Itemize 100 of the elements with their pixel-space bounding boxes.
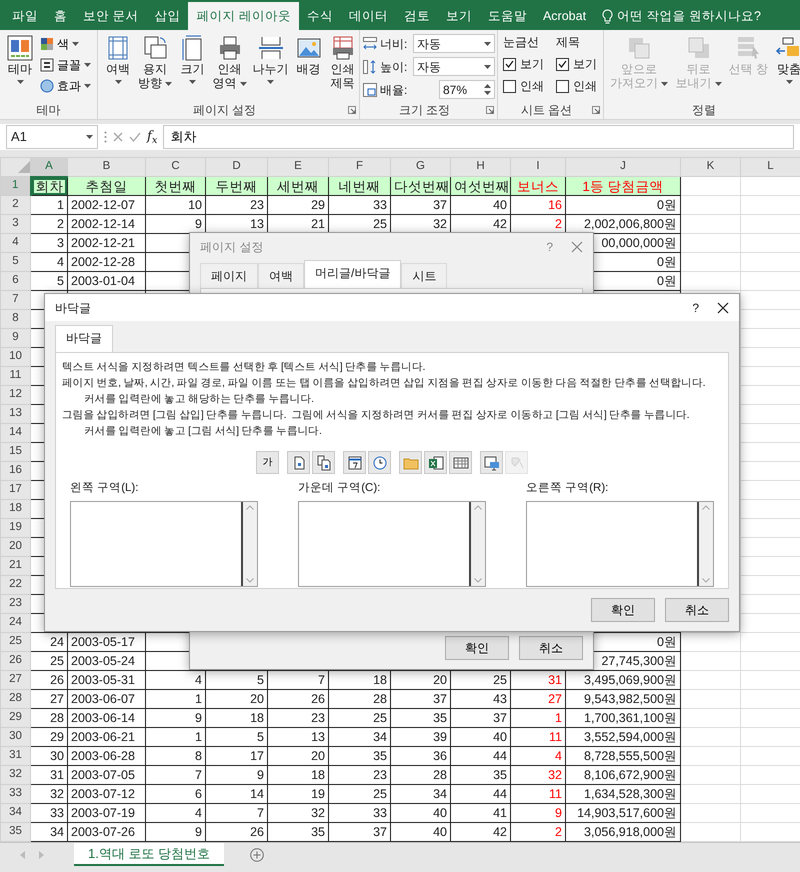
row-header[interactable]: 5	[0, 252, 30, 272]
dialog-tab[interactable]: 머리글/바닥글	[304, 260, 402, 288]
dialog-tab[interactable]: 바닥글	[55, 325, 113, 352]
ribbon-tab[interactable]: 수식	[298, 2, 341, 30]
row-header[interactable]: 33	[0, 784, 30, 804]
checkbox[interactable]	[503, 58, 516, 70]
checkbox[interactable]	[556, 58, 569, 70]
ribbon-button[interactable]: 인쇄 제목	[326, 33, 360, 92]
row-header[interactable]: 35	[0, 822, 30, 842]
column-header[interactable]: K	[680, 158, 740, 176]
row-header[interactable]: 15	[0, 442, 30, 462]
ribbon-tab[interactable]: 삽입	[146, 2, 188, 30]
search-prompt[interactable]: 어떤 작업을 원하시나요?	[617, 6, 761, 26]
row-header[interactable]: 27	[0, 670, 30, 690]
scrollbar[interactable]	[469, 502, 485, 586]
scrollbar[interactable]	[241, 502, 257, 586]
row-header[interactable]: 17	[0, 480, 30, 500]
row-header[interactable]: 19	[0, 518, 30, 538]
checkbox[interactable]	[503, 80, 516, 92]
ribbon-button[interactable]: 맞춤	[772, 33, 800, 86]
row-header[interactable]: 13	[0, 404, 30, 424]
ribbon-tab[interactable]: 파일	[4, 2, 46, 30]
toolbar-button[interactable]: 가	[256, 451, 279, 474]
column-header[interactable]: H	[450, 158, 510, 176]
dialog-tab[interactable]: 여백	[258, 263, 304, 288]
row-header[interactable]: 34	[0, 804, 30, 822]
row-header[interactable]: 32	[0, 766, 30, 784]
checkbox-label[interactable]: 보기	[520, 55, 544, 73]
ribbon-tab[interactable]: 데이터	[340, 2, 396, 30]
spin-field[interactable]: 87%	[439, 80, 495, 99]
row-header[interactable]: 10	[0, 348, 30, 366]
ribbon-tab[interactable]: 보기	[438, 2, 480, 30]
ribbon-tab[interactable]: 검토	[396, 2, 438, 30]
toolbar-button[interactable]	[424, 451, 447, 474]
row-header[interactable]: 6	[0, 272, 30, 290]
checkbox-label[interactable]: 인쇄	[520, 77, 544, 95]
row-header[interactable]: 22	[0, 576, 30, 594]
scrollbar[interactable]	[697, 502, 713, 586]
dialog-tab[interactable]: 페이지	[200, 263, 258, 288]
row-header[interactable]: 9	[0, 328, 30, 348]
row-header[interactable]: 12	[0, 386, 30, 404]
ribbon-button[interactable]: 여백	[101, 33, 135, 86]
toolbar-button[interactable]	[312, 451, 335, 474]
row-header[interactable]: 23	[0, 594, 30, 614]
column-header[interactable]: A	[30, 158, 68, 176]
dialog-tab[interactable]: 시트	[401, 263, 448, 288]
dialog-button[interactable]: 취소	[665, 598, 729, 622]
toolbar-button[interactable]	[449, 451, 472, 474]
checkbox-label[interactable]: 인쇄	[573, 77, 597, 95]
row-header[interactable]: 4	[0, 234, 30, 252]
ribbon-button[interactable]: 나누기	[250, 33, 292, 86]
ribbon-button[interactable]: 배경	[292, 33, 326, 78]
toolbar-button[interactable]	[343, 451, 366, 474]
dropdown-field[interactable]: 자동	[413, 57, 495, 76]
formula-field[interactable]: 회차	[163, 125, 794, 149]
ribbon-tab[interactable]: Acrobat	[534, 2, 594, 30]
checkbox-label[interactable]: 보기	[573, 55, 597, 73]
ribbon-tab[interactable]: 도움말	[480, 2, 535, 30]
row-header[interactable]: 1	[0, 176, 30, 196]
name-box[interactable]: A1	[6, 125, 98, 149]
toolbar-button[interactable]	[368, 451, 391, 474]
toolbar-button[interactable]	[480, 451, 503, 474]
row-header[interactable]: 2	[0, 196, 30, 214]
ribbon-tab[interactable]: 보안 문서	[75, 2, 146, 30]
row-header[interactable]: 18	[0, 500, 30, 518]
row-header[interactable]: 8	[0, 310, 30, 328]
row-header[interactable]: 30	[0, 728, 30, 746]
row-header[interactable]: 26	[0, 652, 30, 670]
row-header[interactable]: 16	[0, 462, 30, 480]
column-header[interactable]: C	[146, 158, 206, 176]
dropdown-field[interactable]: 자동	[413, 34, 495, 53]
column-header[interactable]: I	[510, 158, 566, 176]
ribbon-tab[interactable]: 페이지 레이아웃	[188, 2, 299, 30]
column-header[interactable]: G	[390, 158, 450, 176]
row-header[interactable]: 3	[0, 214, 30, 234]
row-header[interactable]: 11	[0, 366, 30, 386]
help-button[interactable]: ?	[684, 298, 707, 316]
column-header[interactable]: D	[206, 158, 268, 176]
ribbon-tab[interactable]: 홈	[46, 2, 75, 30]
checkbox[interactable]	[556, 80, 569, 92]
ribbon-button[interactable]: 용지 방향	[135, 33, 176, 92]
row-header[interactable]: 20	[0, 538, 30, 556]
column-header[interactable]: J	[566, 158, 680, 176]
toolbar-button[interactable]	[287, 451, 310, 474]
row-header[interactable]: 25	[0, 632, 30, 652]
ribbon-button[interactable]: 인쇄 영역	[209, 33, 250, 92]
row-header[interactable]: 21	[0, 556, 30, 576]
function-button[interactable]: f$_{x}$	[147, 127, 158, 147]
row-header[interactable]: 29	[0, 708, 30, 728]
dialog-button[interactable]: 확인	[591, 598, 655, 622]
ribbon-button[interactable]: 글꼴	[38, 54, 93, 75]
theme-button[interactable]: 테마	[3, 33, 37, 86]
ribbon-button[interactable]: 효과	[38, 75, 93, 96]
row-header[interactable]: 28	[0, 690, 30, 708]
row-header[interactable]: 7	[0, 290, 30, 310]
sheet-tab[interactable]: 1.역대 로또 당첨번호	[74, 843, 224, 866]
dialog-button[interactable]: 확인	[445, 636, 509, 660]
column-header[interactable]: L	[740, 158, 800, 176]
dialog-button[interactable]: 취소	[519, 636, 583, 660]
ribbon-button[interactable]: 색	[38, 33, 93, 54]
